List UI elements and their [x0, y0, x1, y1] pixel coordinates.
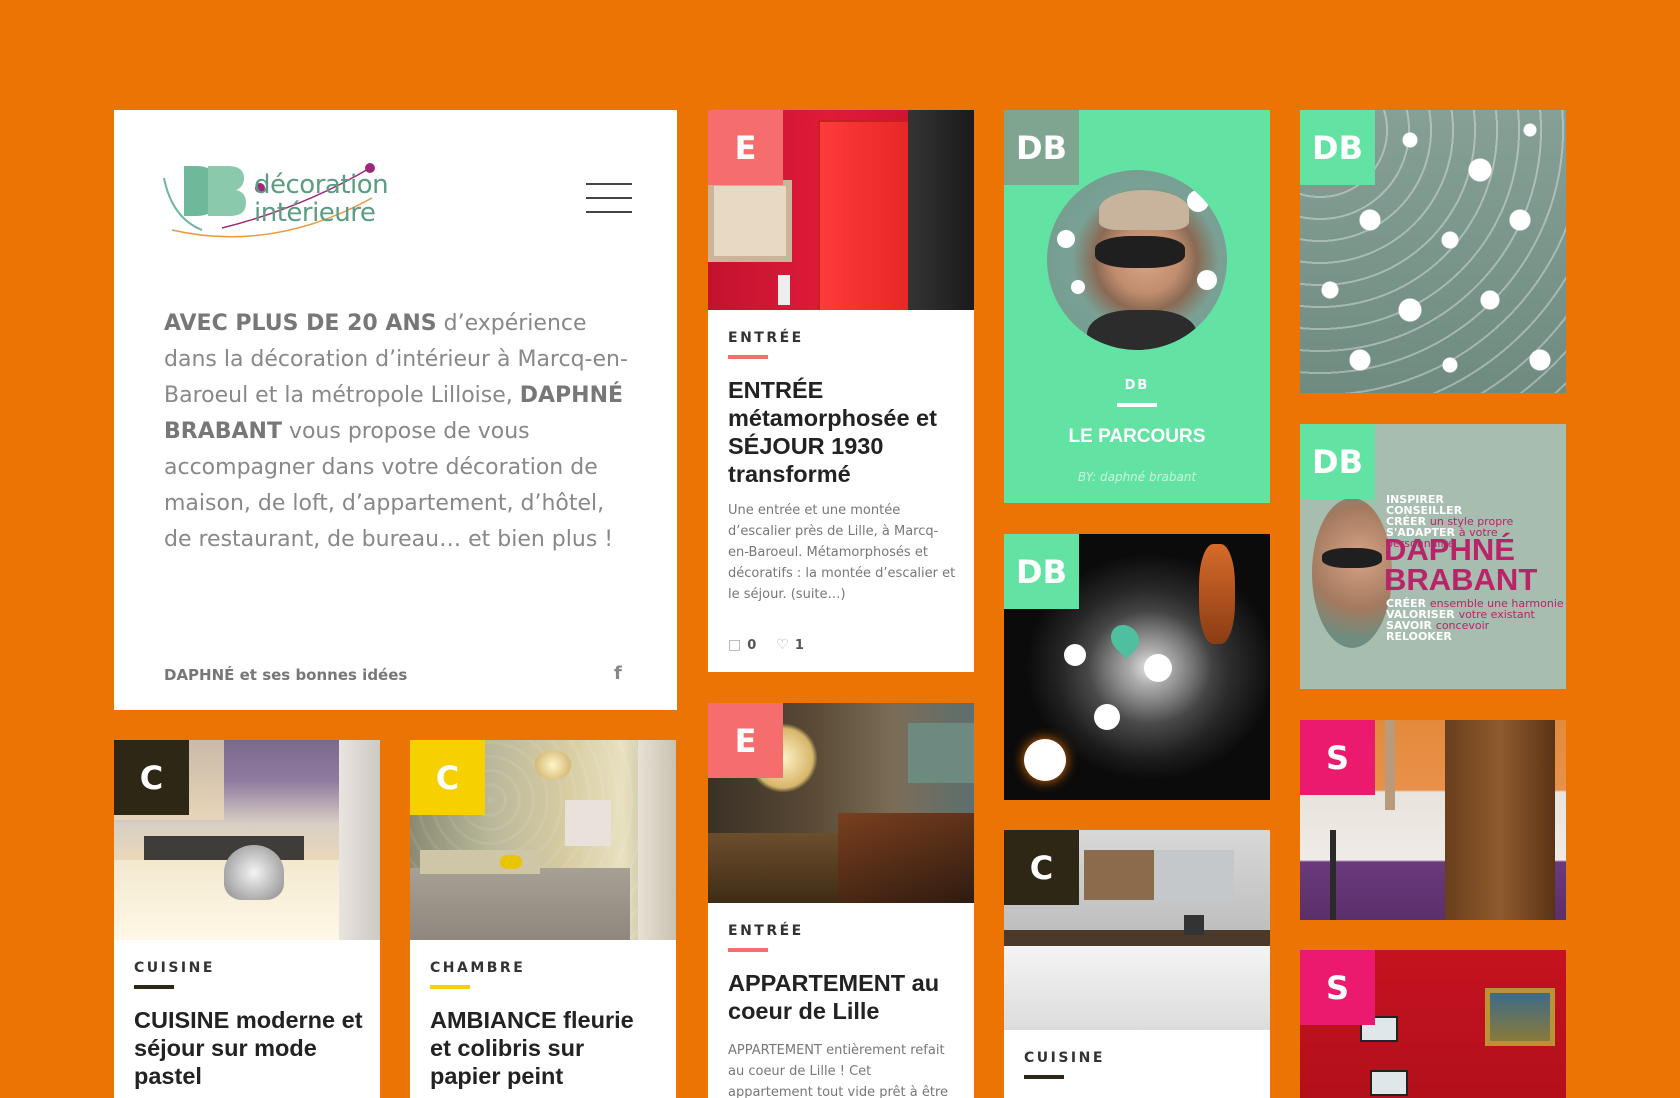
intro-paragraph: AVEC PLUS DE 20 ANS d’expérience dans la… — [164, 306, 634, 558]
comment-icon[interactable]: □ — [728, 637, 741, 653]
post-excerpt: APPARTEMENT entièrement refait au coeur … — [728, 1043, 949, 1098]
category-badge: E — [708, 110, 783, 185]
post-card-cuisine-1[interactable]: C CUISINE CUISINE moderne et séjour sur … — [114, 740, 380, 1098]
post-excerpt: Une entrée et une montée d’escalier près… — [728, 503, 956, 602]
post-card-entree-2[interactable]: E ENTRÉE APPARTEMENT au coeur de Lille A… — [708, 703, 974, 1098]
post-title[interactable]: APPARTEMENT au coeur de Lille — [728, 969, 958, 1025]
post-card-db-space[interactable]: DB — [1004, 534, 1270, 800]
category-underline — [1117, 403, 1157, 407]
category-badge: C — [1004, 830, 1079, 905]
post-title[interactable]: CUISINE moderne et séjour sur mode paste… — [134, 1006, 364, 1090]
post-title[interactable]: ENTRÉE métamorphosée et SÉJOUR 1930 tran… — [728, 376, 958, 488]
category-badge: DB — [1004, 110, 1079, 185]
brand-words-bottom: CRÉER ensemble une harmonie VALORISER vo… — [1386, 598, 1564, 642]
post-card-salon-1[interactable]: S — [1300, 720, 1566, 920]
heart-icon[interactable]: ♡ — [776, 637, 789, 653]
post-card-entree-1[interactable]: E ENTRÉE ENTRÉE métamorphosée et SÉJOUR … — [708, 110, 974, 672]
portrait-avatar[interactable] — [1047, 170, 1227, 350]
category-underline — [1024, 1075, 1064, 1079]
brand-word: RELOOKER — [1386, 630, 1452, 643]
post-card-db-brand[interactable]: INSPIRER CONSEILLER CRÉER un style propr… — [1300, 424, 1566, 689]
brand-name-line2: BRABANT — [1384, 562, 1538, 597]
category-underline — [430, 985, 470, 989]
post-meta: □ 0 ♡ 1 — [728, 637, 804, 653]
post-category[interactable]: DB — [1004, 378, 1270, 393]
post-card-parcours[interactable]: DB DB LE PARCOURS BY: daphné brabant — [1004, 110, 1270, 503]
intro-footer-text: DAPHNÉ et ses bonnes idées — [164, 666, 408, 684]
category-underline — [728, 948, 768, 952]
comment-count: 0 — [747, 637, 757, 653]
intro-card: décoration intérieure AVEC PLUS DE 20 AN… — [114, 110, 677, 710]
hamburger-menu-icon[interactable] — [586, 183, 632, 213]
post-category[interactable]: ENTRÉE — [728, 923, 804, 939]
category-badge: DB — [1300, 110, 1375, 185]
logo-text-line1: décoration — [254, 170, 389, 200]
brand-portrait[interactable] — [1312, 498, 1392, 648]
post-category[interactable]: ENTRÉE — [728, 330, 804, 346]
category-underline — [728, 355, 768, 359]
post-card-cuisine-2[interactable]: C CUISINE — [1004, 830, 1270, 1098]
category-underline — [134, 985, 174, 989]
category-badge: S — [1300, 720, 1375, 795]
category-badge: C — [114, 740, 189, 815]
post-card-db-pattern[interactable]: DB — [1300, 110, 1566, 393]
post-card-salon-2[interactable]: S — [1300, 950, 1566, 1098]
post-category[interactable]: CUISINE — [1024, 1050, 1105, 1066]
post-category[interactable]: CHAMBRE — [430, 960, 525, 976]
like-count: 1 — [794, 637, 804, 653]
post-category[interactable]: CUISINE — [134, 960, 215, 976]
post-title[interactable]: AMBIANCE fleurie et colibris sur papier … — [430, 1006, 660, 1090]
category-badge: S — [1300, 950, 1375, 1025]
post-byline: BY: daphné brabant — [1077, 470, 1197, 484]
logo-text-line2: intérieure — [254, 198, 376, 228]
category-badge: E — [708, 703, 783, 778]
site-logo[interactable]: décoration intérieure — [162, 158, 412, 248]
category-badge: DB — [1004, 534, 1079, 609]
post-card-chambre-1[interactable]: C CHAMBRE AMBIANCE fleurie et colibris s… — [410, 740, 676, 1098]
category-badge: DB — [1300, 424, 1375, 499]
facebook-icon[interactable]: f — [614, 663, 622, 684]
post-title[interactable]: LE PARCOURS — [1004, 426, 1270, 448]
category-badge: C — [410, 740, 485, 815]
brand-name-line1: DAPHNÉ — [1384, 532, 1515, 567]
intro-strong-years: AVEC PLUS DE 20 ANS — [164, 311, 437, 336]
